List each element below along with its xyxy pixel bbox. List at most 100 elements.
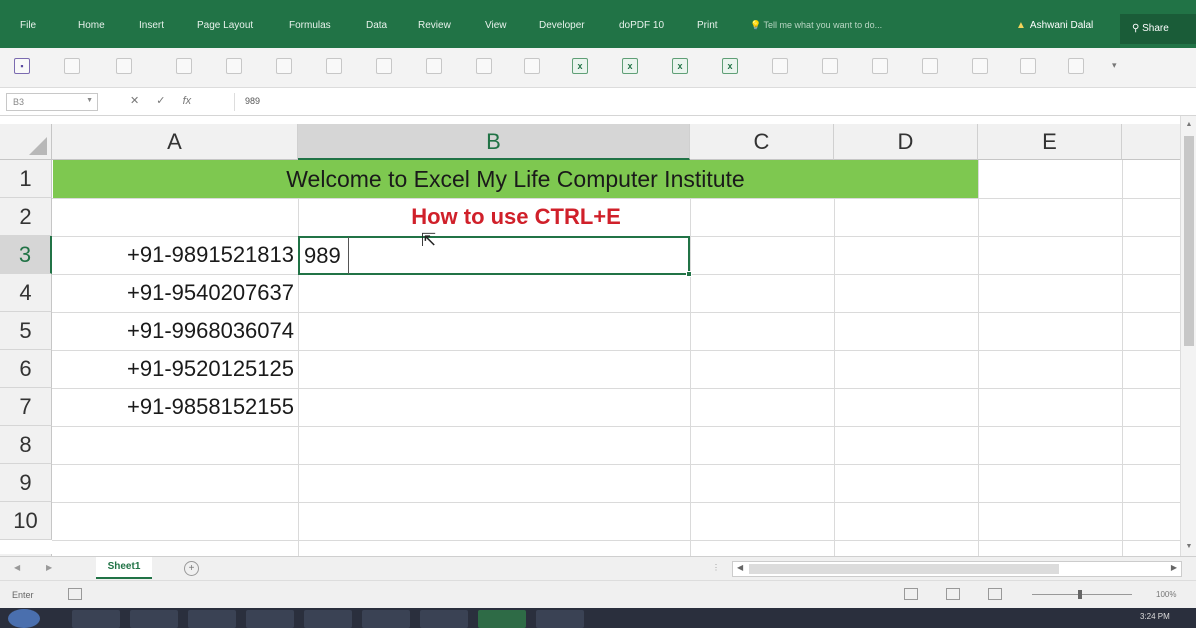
horizontal-scroll-thumb[interactable] [749, 564, 1059, 574]
row-header-10[interactable]: 10 [0, 502, 52, 540]
tab-home[interactable]: Home [78, 20, 105, 31]
excel-file-icon[interactable]: x [672, 58, 688, 74]
window-icon[interactable] [972, 58, 988, 74]
tab-file[interactable]: File [20, 20, 36, 31]
page-layout-view-icon[interactable] [946, 588, 960, 600]
excel-taskbar-icon[interactable] [478, 610, 526, 628]
app-icon[interactable] [246, 610, 294, 628]
tab-insert[interactable]: Insert [139, 20, 164, 31]
tab-print[interactable]: Print [697, 20, 718, 31]
brush-icon[interactable] [772, 58, 788, 74]
camera-icon[interactable] [226, 58, 242, 74]
zoom-slider-knob[interactable] [1078, 590, 1082, 599]
save-icon[interactable]: ▪ [14, 58, 30, 74]
circle-icon[interactable] [426, 58, 442, 74]
table-icon[interactable] [822, 58, 838, 74]
row-header-7[interactable]: 7 [0, 388, 52, 426]
more-options-icon[interactable]: ⋮ [712, 563, 720, 572]
cell-a4[interactable]: +91-9540207637 [53, 274, 298, 312]
cell-a5[interactable]: +91-9968036074 [53, 312, 298, 350]
app-icon[interactable] [420, 610, 468, 628]
word-taskbar-icon[interactable] [536, 610, 584, 628]
image-icon[interactable] [176, 58, 192, 74]
formula-input[interactable]: 989 [234, 93, 1186, 111]
row-header-5[interactable]: 5 [0, 312, 52, 350]
excel-file-icon[interactable]: x [722, 58, 738, 74]
start-button-icon[interactable] [8, 609, 40, 628]
share-button[interactable]: ⚲ Share [1120, 14, 1196, 44]
scroll-right-icon[interactable]: ▶ [1171, 563, 1177, 572]
customize-arrow-icon[interactable]: ▾ [1112, 60, 1117, 71]
tab-data[interactable]: Data [366, 20, 387, 31]
text-icon[interactable] [922, 58, 938, 74]
tab-developer[interactable]: Developer [539, 20, 585, 31]
page-break-view-icon[interactable] [988, 588, 1002, 600]
sheet-tab-sheet1[interactable]: Sheet1 [96, 557, 152, 579]
normal-view-icon[interactable] [904, 588, 918, 600]
row-header-1[interactable]: 1 [0, 160, 52, 198]
row-header-9[interactable]: 9 [0, 464, 52, 502]
browser-icon[interactable] [188, 610, 236, 628]
tab-formulas[interactable]: Formulas [289, 20, 331, 31]
row-header-2[interactable]: 2 [0, 198, 52, 236]
column-header-c[interactable]: C [690, 124, 834, 160]
scroll-thumb[interactable] [1184, 136, 1194, 346]
sheet-tab-bar: ◀ ▶ Sheet1 + ⋮ ◀ ▶ [0, 556, 1196, 580]
column-header-b[interactable]: B [298, 124, 690, 160]
spreadsheet-grid[interactable]: A B C D E 1 2 3 4 5 6 7 8 9 10 Welcome t… [0, 116, 1180, 560]
enter-icon[interactable]: ✓ [156, 95, 165, 107]
cell-a7[interactable]: +91-9858152155 [53, 388, 298, 426]
copy-icon[interactable] [476, 58, 492, 74]
tab-view[interactable]: View [485, 20, 507, 31]
name-box[interactable]: B3 ▼ [6, 93, 98, 111]
row-header-6[interactable]: 6 [0, 350, 52, 388]
cell-a3[interactable]: +91-9891521813 [53, 236, 298, 274]
subtitle-cell[interactable]: How to use CTRL+E [298, 198, 734, 236]
insert-function-icon[interactable]: fx [183, 95, 192, 107]
fill-handle[interactable] [686, 271, 692, 277]
print-preview-icon[interactable] [116, 58, 132, 74]
prev-sheet-icon[interactable]: ◀ [14, 563, 20, 572]
column-header-d[interactable]: D [834, 124, 978, 160]
scroll-up-icon[interactable]: ▲ [1181, 118, 1196, 132]
paste-icon[interactable] [524, 58, 540, 74]
vertical-scrollbar[interactable]: ▲ ▼ [1180, 116, 1196, 556]
user-account[interactable]: ▲ Ashwani Dalal [1016, 20, 1093, 31]
grid-icon[interactable] [1068, 58, 1084, 74]
active-cell-b3[interactable]: 989 [298, 236, 692, 277]
add-sheet-button[interactable]: + [184, 561, 199, 576]
cell-a6[interactable]: +91-9520125125 [53, 350, 298, 388]
select-all-corner[interactable] [0, 124, 52, 160]
horizontal-scrollbar[interactable]: ◀ ▶ [732, 561, 1182, 577]
explorer-icon[interactable] [72, 610, 120, 628]
zoom-level[interactable]: 100% [1156, 590, 1176, 599]
column-header-f[interactable] [1122, 124, 1180, 160]
column-header-e[interactable]: E [978, 124, 1122, 160]
column-header-a[interactable]: A [52, 124, 298, 160]
circle-icon[interactable] [376, 58, 392, 74]
tab-review[interactable]: Review [418, 20, 451, 31]
next-sheet-icon[interactable]: ▶ [46, 563, 52, 572]
cancel-icon[interactable]: ✕ [130, 95, 139, 107]
macro-record-icon[interactable] [68, 588, 82, 600]
browser-icon[interactable] [304, 610, 352, 628]
merged-title-cell[interactable]: Welcome to Excel My Life Computer Instit… [53, 160, 978, 198]
excel-file-icon[interactable]: x [622, 58, 638, 74]
tab-page-layout[interactable]: Page Layout [197, 20, 253, 31]
document-icon[interactable] [64, 58, 80, 74]
zoom-slider[interactable] [1032, 594, 1132, 595]
circle-icon[interactable] [326, 58, 342, 74]
scroll-left-icon[interactable]: ◀ [737, 563, 743, 572]
browser-icon[interactable] [130, 610, 178, 628]
excel-file-icon[interactable]: x [572, 58, 588, 74]
tell-me-box[interactable]: 💡 Tell me what you want to do... [750, 20, 882, 31]
row-header-8[interactable]: 8 [0, 426, 52, 464]
app-icon[interactable] [362, 610, 410, 628]
tab-dopdf[interactable]: doPDF 10 [619, 20, 664, 31]
row-header-3[interactable]: 3 [0, 236, 52, 274]
circle-icon[interactable] [1020, 58, 1036, 74]
scroll-down-icon[interactable]: ▼ [1181, 540, 1196, 554]
row-header-4[interactable]: 4 [0, 274, 52, 312]
page-icon[interactable] [872, 58, 888, 74]
chart-icon[interactable] [276, 58, 292, 74]
